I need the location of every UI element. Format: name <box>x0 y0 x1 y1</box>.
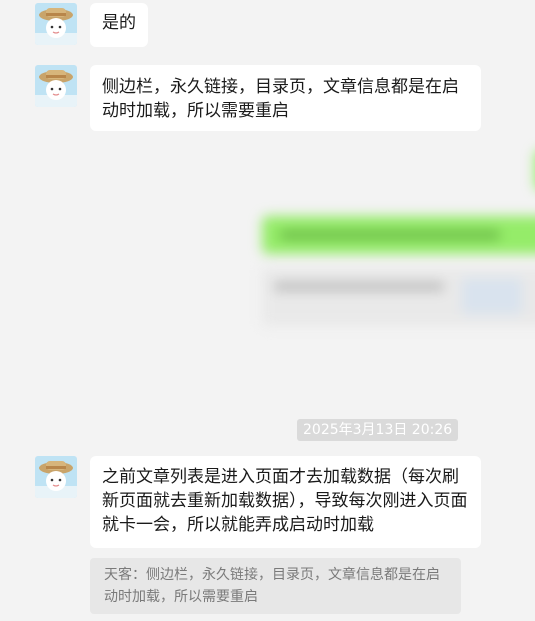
contact-avatar[interactable] <box>35 65 77 107</box>
message-bubble[interactable]: 之前文章列表是进入页面才去加载数据（每次刷新页面就去重新加载数据），导致每次刚进… <box>90 456 481 548</box>
link-card[interactable] <box>262 268 535 326</box>
contact-avatar[interactable] <box>35 3 77 45</box>
avatar-image <box>35 65 77 107</box>
avatar-image <box>35 3 77 45</box>
quoted-message[interactable]: 天客：侧边栏，永久链接，目录页，文章信息都是在启动时加载，所以需要重启 <box>90 558 461 614</box>
quoted-message-text: 天客：侧边栏，永久链接，目录页，文章信息都是在启动时加载，所以需要重启 <box>104 567 440 605</box>
message-bubble[interactable]: 是的 <box>90 3 148 47</box>
message-text: 侧边栏，永久链接，目录页，文章信息都是在启动时加载，所以需要重启 <box>102 77 459 121</box>
contact-avatar[interactable] <box>35 456 77 498</box>
message-bubble[interactable]: 侧边栏，永久链接，目录页，文章信息都是在启动时加载，所以需要重启 <box>90 65 481 131</box>
message-text: 之前文章列表是进入页面才去加载数据（每次刷新页面就去重新加载数据），导致每次刚进… <box>102 467 468 535</box>
outgoing-message-bubble[interactable] <box>262 216 535 254</box>
avatar-image <box>35 456 77 498</box>
message-text: 是的 <box>102 13 136 33</box>
timestamp: 2025年3月13日 20:26 <box>297 419 459 441</box>
